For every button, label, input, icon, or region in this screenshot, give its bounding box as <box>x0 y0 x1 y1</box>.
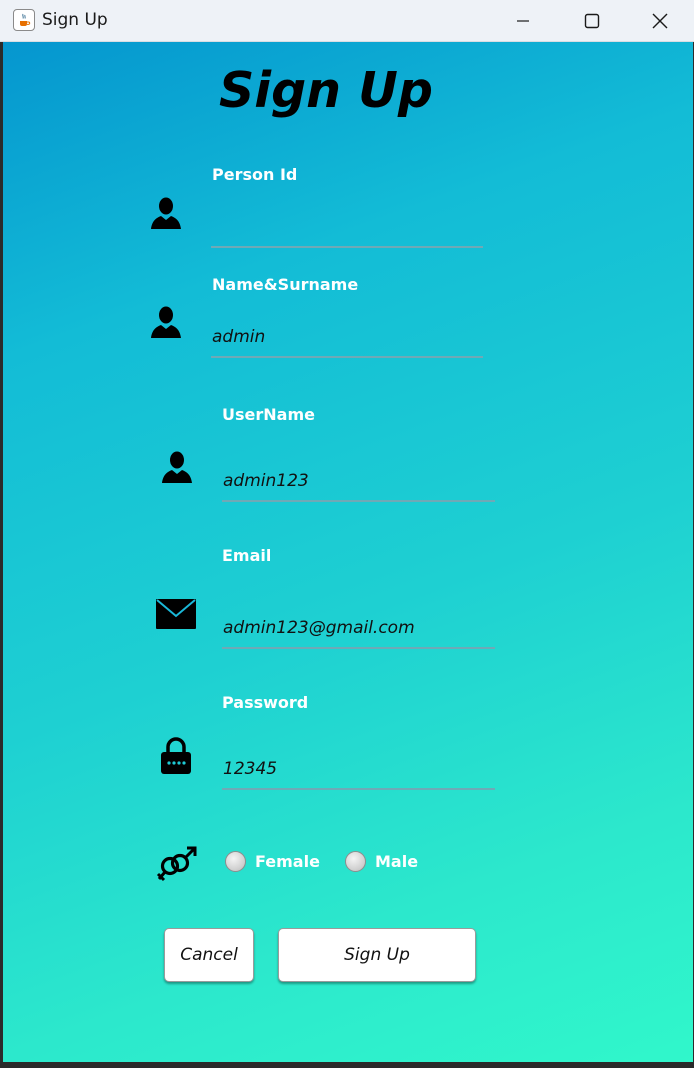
email-label: Email <box>222 546 272 565</box>
close-icon <box>652 13 668 29</box>
female-label: Female <box>255 851 320 871</box>
password-input[interactable] <box>222 754 495 790</box>
minimize-icon <box>517 20 529 22</box>
person-icon <box>150 196 182 234</box>
male-radio-circle[interactable] <box>345 850 366 872</box>
password-label: Password <box>222 693 309 712</box>
lock-icon <box>160 737 192 779</box>
window-title: Sign Up <box>42 10 108 30</box>
name-surname-label: Name&Surname <box>212 275 359 294</box>
minimize-button[interactable] <box>488 0 558 42</box>
username-label: UserName <box>222 405 315 424</box>
female-radio[interactable]: Female <box>225 849 320 873</box>
male-label: Male <box>375 851 419 871</box>
person-id-input[interactable] <box>211 212 483 248</box>
maximize-button[interactable] <box>557 0 627 42</box>
female-radio-circle[interactable] <box>225 850 246 872</box>
sign-up-button[interactable]: Sign Up <box>278 928 476 982</box>
person-icon <box>161 450 193 488</box>
form-panel <box>3 42 693 1062</box>
page-title: Sign Up <box>219 62 433 119</box>
cancel-button[interactable]: Cancel <box>164 928 254 982</box>
java-cup-icon <box>13 9 35 31</box>
username-input[interactable] <box>222 466 495 502</box>
title-bar[interactable]: Sign Up <box>0 0 694 42</box>
gender-symbol-icon <box>156 846 198 890</box>
envelope-icon <box>156 599 196 633</box>
person-icon <box>150 305 182 343</box>
close-button[interactable] <box>626 0 694 42</box>
maximize-icon <box>584 13 600 29</box>
email-input[interactable] <box>222 613 495 649</box>
male-radio[interactable]: Male <box>345 849 418 873</box>
person-id-label: Person Id <box>212 165 298 184</box>
window-bottom-edge <box>0 1062 694 1068</box>
name-surname-input[interactable] <box>211 322 483 358</box>
signup-window: Sign Up Sign Up Person Id Name&Surname a… <box>0 0 694 1068</box>
